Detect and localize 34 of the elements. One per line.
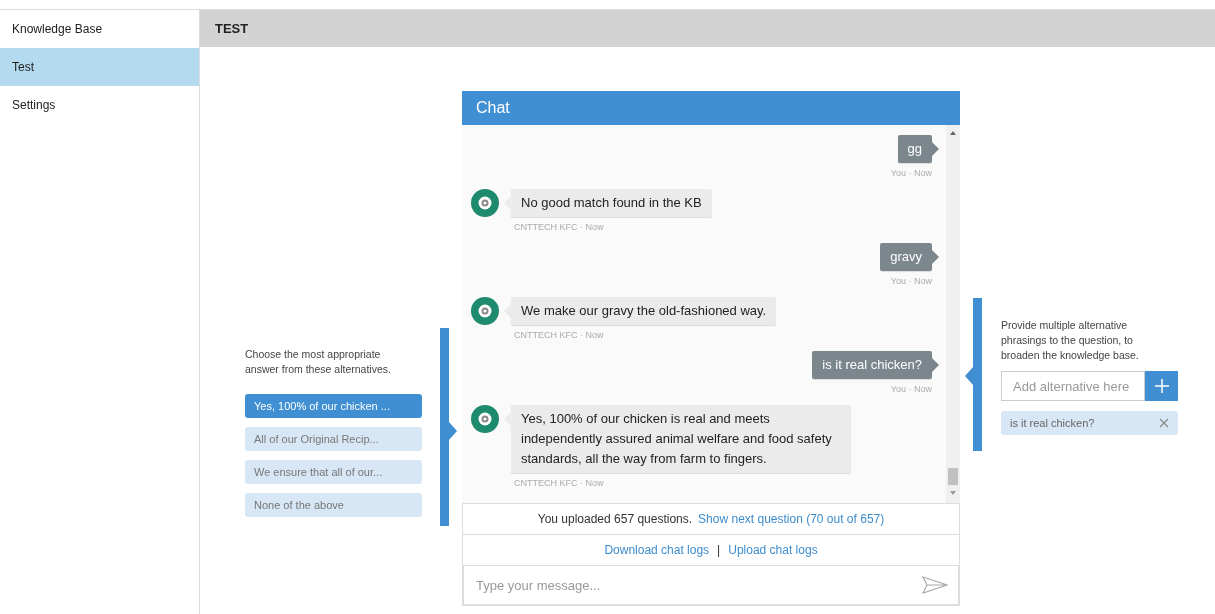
add-button[interactable] [1145, 371, 1178, 401]
answer-option[interactable]: All of our Original Recip... [245, 427, 422, 451]
chat-title: Chat [462, 91, 960, 125]
alternative-input[interactable]: Add alternative here [1001, 371, 1145, 401]
download-logs-link[interactable]: Download chat logs [604, 543, 710, 557]
instruction-text: Provide multiple alternative phrasings to the question, to broaden the knowledge base. [1001, 318, 1140, 363]
instruction-text: Choose the most appropriate answer from these alternatives. [245, 347, 392, 377]
answer-option[interactable]: Yes, 100% of our chicken ... [245, 394, 422, 418]
bubble-tail [932, 142, 939, 156]
close-icon[interactable] [1159, 418, 1169, 428]
message-meta: CNTTECH KFC · Now [514, 222, 604, 232]
bot-avatar-icon [471, 405, 499, 433]
alternative-text: is it real chicken? [1010, 417, 1095, 429]
sidebar-item[interactable]: Knowledge Base [0, 10, 199, 48]
answer-option[interactable]: We ensure that all of our... [245, 460, 422, 484]
sidebar-item[interactable]: Test [0, 48, 199, 86]
send-icon[interactable] [922, 576, 948, 594]
link-separator: | [717, 543, 721, 557]
message-meta: You · Now [890, 384, 932, 394]
bot-avatar-icon [471, 189, 499, 217]
message-meta: You · Now [890, 168, 932, 178]
message-meta: CNTTECH KFC · Now [514, 478, 604, 488]
bubble-tail [932, 250, 939, 264]
bot-avatar-icon [471, 297, 499, 325]
plus-icon [1153, 378, 1170, 394]
next-question-link[interactable]: Show next question (70 out of 657) [698, 512, 885, 526]
upload-logs-link[interactable]: Upload chat logs [728, 543, 818, 557]
answer-option[interactable]: None of the above [245, 493, 422, 517]
sidebar-item[interactable]: Settings [0, 86, 199, 124]
message-meta: You · Now [890, 276, 932, 286]
message-meta: CNTTECH KFC · Now [514, 330, 604, 340]
upload-status: You uploaded 657 questions. [537, 512, 693, 526]
bubble-tail [932, 358, 939, 372]
page-header: TEST [200, 10, 1215, 47]
